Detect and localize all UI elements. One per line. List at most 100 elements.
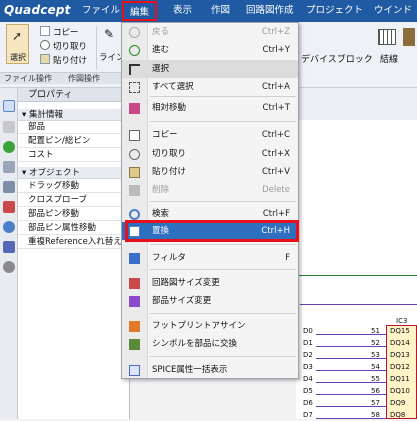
menu-project[interactable]: プロジェクト xyxy=(303,4,366,18)
menu-item-select-all[interactable]: すべて選択 Ctrl+A xyxy=(122,78,298,96)
menu-item-relative-move[interactable]: 相対移動 Ctrl+T xyxy=(122,99,298,117)
menu-separator xyxy=(150,244,296,245)
menu-separator xyxy=(150,356,296,357)
part-size-icon xyxy=(129,296,140,307)
gear-tool-icon[interactable] xyxy=(3,261,15,273)
menu-item-label: すべて選択 xyxy=(152,82,194,92)
menu-item-label: SPICE属性一括表示 xyxy=(152,365,228,375)
select-button-label: 選択 xyxy=(10,53,26,62)
forward-tool-icon[interactable] xyxy=(3,141,15,153)
menu-item-copy[interactable]: コピー Ctrl+C xyxy=(122,126,298,144)
property-row[interactable]: 重複Reference入れ替え xyxy=(18,236,130,249)
menu-item-paste[interactable]: 貼り付け Ctrl+V xyxy=(122,163,298,181)
schematic-bus xyxy=(300,304,417,305)
pin-row[interactable]: D2 53 DQ13 xyxy=(300,349,417,361)
menu-item-footprint[interactable]: フットプリントアサイン xyxy=(122,317,298,335)
category-object[interactable]: ▾ オブジェクト xyxy=(18,167,130,179)
menu-window[interactable]: ウインド xyxy=(371,4,415,18)
category-summary[interactable]: ▾ 集計情報 xyxy=(18,109,130,121)
menu-item-part-size[interactable]: 部品サイズ変更 xyxy=(122,292,298,310)
pin-row[interactable]: D3 54 DQ12 xyxy=(300,361,417,373)
undo-icon xyxy=(129,27,140,38)
pin-name: DQ15 xyxy=(390,327,410,335)
pin-row[interactable]: D5 56 DQ10 xyxy=(300,385,417,397)
ribbon-group-file: ファイル操作 xyxy=(0,72,64,84)
paste-icon xyxy=(40,54,50,64)
pin-number: 53 xyxy=(371,351,380,359)
menu-edit[interactable]: 編集 xyxy=(122,1,158,21)
pin-name: DQ9 xyxy=(390,399,406,407)
cut-button-label: 切り取り xyxy=(53,42,88,52)
pointer-tool-icon[interactable] xyxy=(3,100,15,112)
pin-name: DQ10 xyxy=(390,387,410,395)
pin-number: 58 xyxy=(371,411,380,419)
menu-view[interactable]: 表示 xyxy=(170,4,195,18)
wire-icon xyxy=(378,29,396,45)
pin-number: 51 xyxy=(371,327,380,335)
property-row[interactable]: クロスプローブ xyxy=(18,194,130,207)
net-label: D3 xyxy=(303,363,313,371)
pin-row[interactable]: D0 51 DQ15 xyxy=(300,325,417,337)
menu-draw[interactable]: 作図 xyxy=(208,4,233,18)
property-row[interactable]: ドラッグ移動 xyxy=(18,180,130,193)
menu-item-delete: 削除 Delete xyxy=(122,181,298,199)
pin-name: DQ11 xyxy=(390,375,410,383)
menu-item-symbol-swap[interactable]: シンボルを部品に交換 xyxy=(122,335,298,353)
settings-tool-icon[interactable] xyxy=(3,241,15,253)
property-row[interactable]: 配置ピン/総ピン xyxy=(18,135,130,148)
net-label: D5 xyxy=(303,387,313,395)
spice-icon xyxy=(129,365,140,376)
delete-icon xyxy=(129,185,140,196)
ribbon-group-draw: 作図操作 xyxy=(64,72,121,84)
menu-schematic[interactable]: 回路図作成 xyxy=(243,4,297,18)
cut-button[interactable]: 切り取り xyxy=(40,40,87,52)
menu-item-filter[interactable]: フィルタ F xyxy=(122,249,298,267)
property-row[interactable]: 部品 xyxy=(18,121,130,134)
pin-row[interactable]: D1 52 DQ14 xyxy=(300,337,417,349)
device-block-button[interactable]: デバイスブロック xyxy=(301,52,373,65)
menu-item-schematic-size[interactable]: 回路図サイズ変更 xyxy=(122,274,298,292)
menu-item-cut[interactable]: 切り取り Ctrl+X xyxy=(122,145,298,163)
menu-file[interactable]: ファイル xyxy=(79,4,123,18)
grid-tool-icon[interactable] xyxy=(3,161,15,173)
copy-icon xyxy=(129,130,140,141)
pin-row[interactable]: D6 57 DQ9 xyxy=(300,397,417,409)
pin-number: 56 xyxy=(371,387,380,395)
menu-item-shortcut: Ctrl+A xyxy=(261,82,290,92)
ribbon-divider xyxy=(96,26,97,70)
menu-item-label: 部品サイズ変更 xyxy=(152,296,212,306)
property-row[interactable]: コスト xyxy=(18,149,130,162)
menu-item-shortcut: Ctrl+Z xyxy=(261,27,290,37)
save-tool-icon[interactable] xyxy=(3,181,15,193)
paste-button[interactable]: 貼り付け xyxy=(40,54,87,66)
back-tool-icon[interactable] xyxy=(3,121,15,133)
select-button[interactable]: ➚ 選択 xyxy=(6,24,29,64)
net-label: D6 xyxy=(303,399,313,407)
wire-button[interactable]: 結線 xyxy=(380,52,398,65)
menu-separator xyxy=(150,201,296,202)
relative-move-icon xyxy=(129,103,140,114)
box-tool-icon[interactable] xyxy=(3,201,15,213)
menu-item-pointer[interactable]: 選択 xyxy=(122,60,298,78)
menu-separator xyxy=(150,269,296,270)
net-label: D2 xyxy=(303,351,313,359)
net-label: D7 xyxy=(303,411,313,419)
pointer-icon xyxy=(129,64,140,75)
menu-item-shortcut: Ctrl+T xyxy=(262,103,290,113)
menu-item-spice[interactable]: SPICE属性一括表示 xyxy=(122,361,298,379)
category-object-label: オブジェクト xyxy=(28,168,80,178)
zoom-tool-icon[interactable] xyxy=(3,221,15,233)
menu-item-shortcut: Delete xyxy=(262,185,290,195)
pin-row[interactable]: D4 55 DQ11 xyxy=(300,373,417,385)
menu-item-label: コピー xyxy=(152,130,178,140)
pin-row[interactable]: D7 58 DQ8 xyxy=(300,409,417,421)
copy-button[interactable]: コピー xyxy=(40,26,79,38)
menu-item-label: 回路図サイズ変更 xyxy=(152,278,220,288)
property-row[interactable]: 部品ピン属性移動 xyxy=(18,222,130,235)
property-panel-title: プロパティ xyxy=(18,88,130,102)
menu-item-shortcut: Ctrl+C xyxy=(261,130,290,140)
net-label: D1 xyxy=(303,339,313,347)
menu-item-redo[interactable]: 進む Ctrl+Y xyxy=(122,41,298,59)
property-row[interactable]: 部品ピン移動 xyxy=(18,208,130,221)
schematic-wire xyxy=(296,275,417,276)
